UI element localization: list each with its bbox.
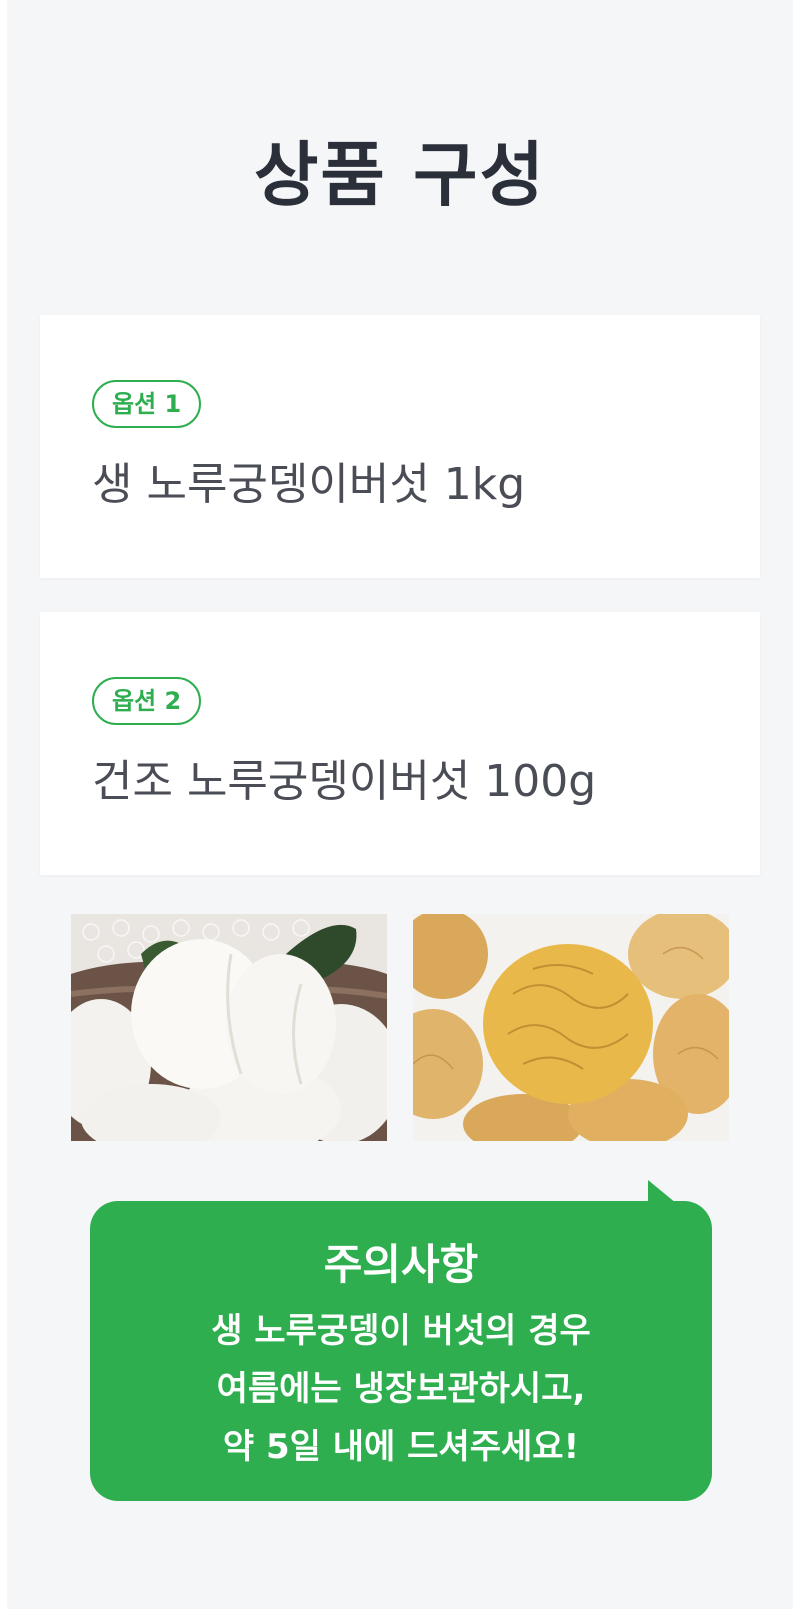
option-badge: 옵션 2 <box>92 677 202 725</box>
page-title: 상품 구성 <box>254 134 546 216</box>
fresh-lions-mane-photo <box>71 914 387 1141</box>
option-card-1: 옵션 1 생 노루궁뎅이버섯 1kg <box>40 315 760 578</box>
dried-lions-mane-photo <box>413 914 729 1141</box>
option-name: 건조 노루궁뎅이버섯 100g <box>92 756 597 807</box>
notice-title: 주의사항 <box>323 1240 479 1289</box>
option-card-2: 옵션 2 건조 노루궁뎅이버섯 100g <box>40 612 760 875</box>
option-badge: 옵션 1 <box>92 380 202 428</box>
notice-line: 약 5일 내에 드셔주세요! <box>222 1427 580 1467</box>
notice-bubble: 주의사항 생 노루궁뎅이 버섯의 경우 여름에는 냉장보관하시고, 약 5일 내… <box>90 1201 712 1501</box>
notice-line: 생 노루궁뎅이 버섯의 경우 <box>211 1311 591 1351</box>
notice-line: 여름에는 냉장보관하시고, <box>216 1369 586 1409</box>
option-name: 생 노루궁뎅이버섯 1kg <box>92 459 526 510</box>
